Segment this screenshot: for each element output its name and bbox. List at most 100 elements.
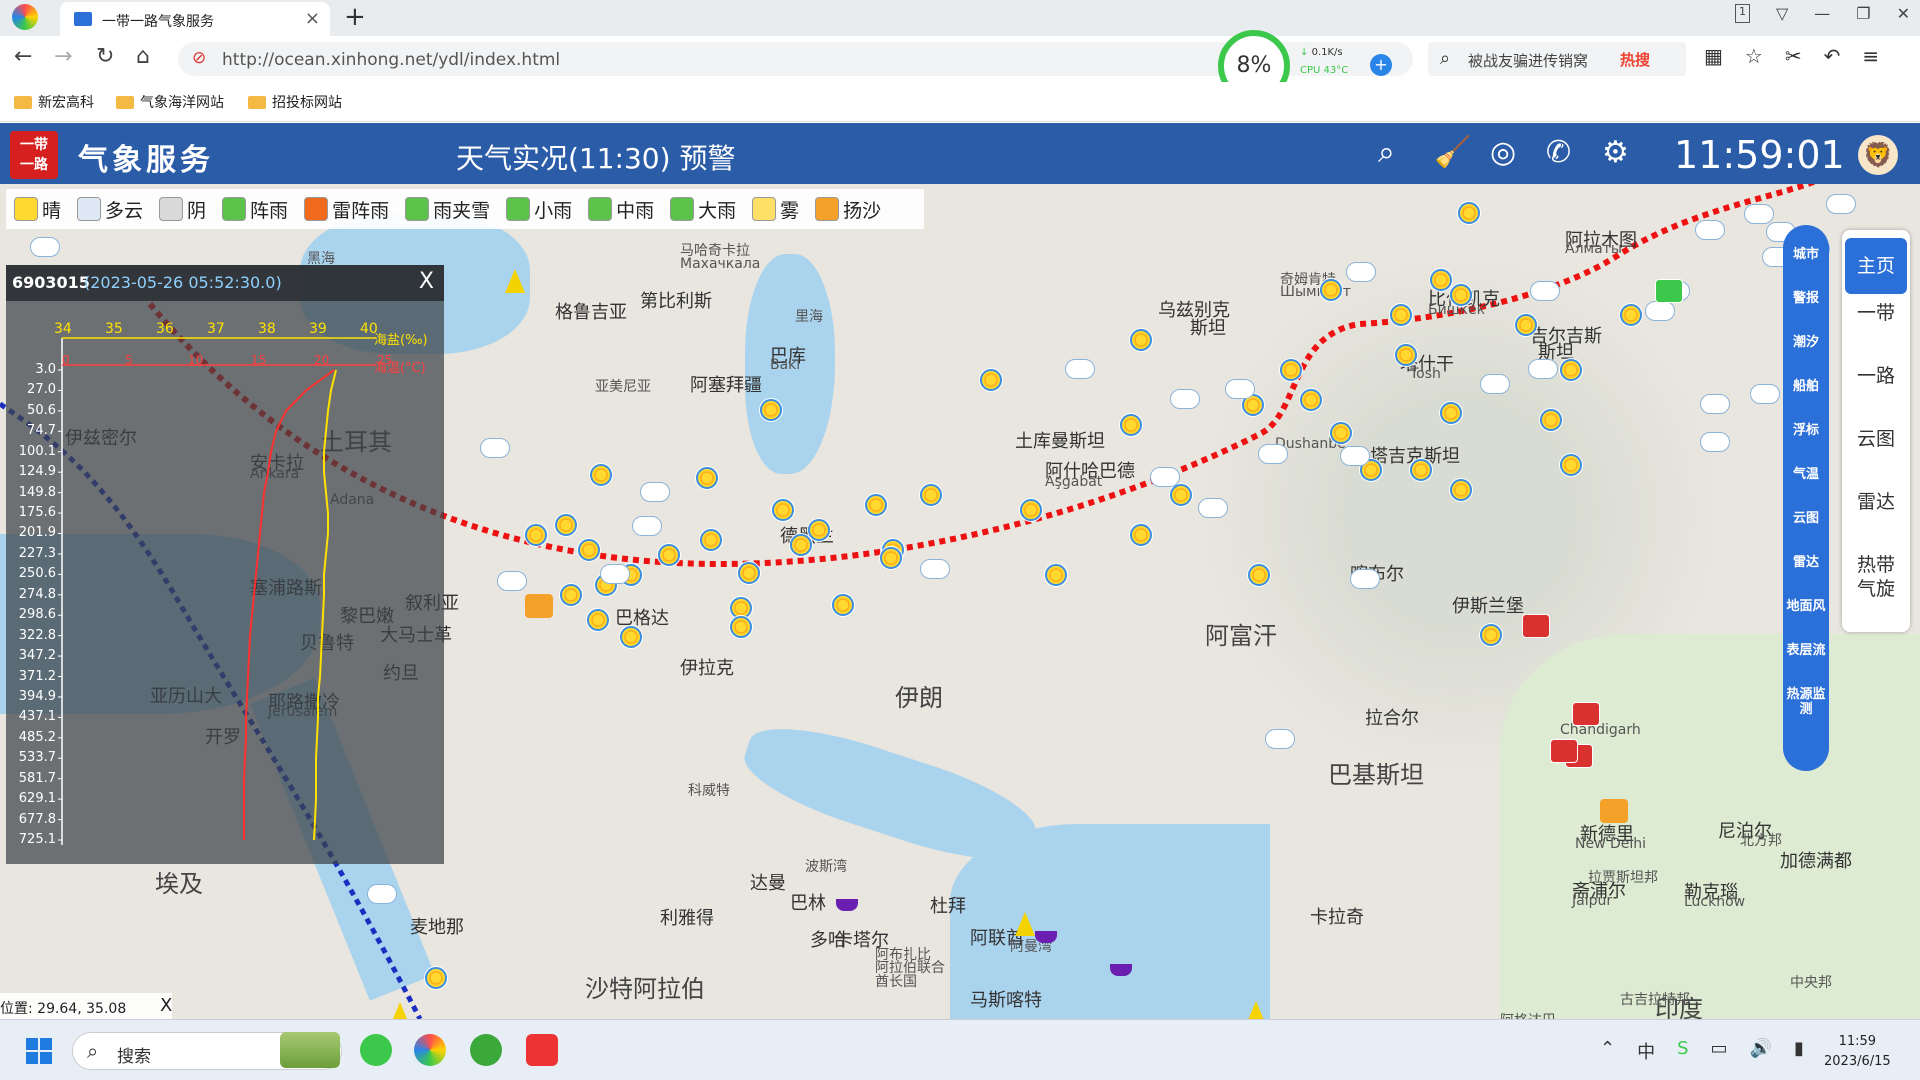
layer-tool-5[interactable]: 气温 <box>1783 467 1829 482</box>
search-suggestion[interactable]: 被战友骗进传销窝 <box>1468 50 1588 71</box>
legend-item[interactable]: 小雨 <box>506 196 572 223</box>
right-nav-item-3[interactable]: 云图 <box>1842 427 1910 451</box>
sunny-weather-icon[interactable] <box>1515 314 1537 336</box>
home-icon[interactable]: ⌂ <box>136 44 150 69</box>
buoy-marker-icon[interactable] <box>390 1002 410 1019</box>
sunny-weather-icon[interactable] <box>1620 304 1642 326</box>
sunny-weather-icon[interactable] <box>790 534 812 556</box>
legend-item[interactable]: 多云 <box>77 196 143 223</box>
sunny-weather-icon[interactable] <box>1540 409 1562 431</box>
back-icon[interactable]: ← <box>14 44 32 69</box>
sunny-weather-icon[interactable] <box>808 519 830 541</box>
cloudy-weather-icon[interactable] <box>1340 446 1370 466</box>
layer-tool-2[interactable]: 潮汐 <box>1783 335 1829 350</box>
legend-item[interactable]: 雾 <box>752 196 799 223</box>
sand-weather-icon[interactable] <box>525 594 553 618</box>
cloudy-weather-icon[interactable] <box>30 237 60 257</box>
sunny-weather-icon[interactable] <box>760 399 782 421</box>
url-text[interactable]: http://ocean.xinhong.net/ydl/index.html <box>222 50 560 70</box>
layer-tool-9[interactable]: 表层流 <box>1783 643 1829 658</box>
bookmark-weather-sites[interactable]: 气象海洋网站 <box>116 92 224 112</box>
sunny-weather-icon[interactable] <box>730 616 752 638</box>
search-highlight-image[interactable] <box>280 1032 340 1068</box>
undo-icon[interactable]: ↶ <box>1824 44 1841 68</box>
buoy-marker-icon[interactable] <box>1015 912 1035 936</box>
page-subtitle[interactable]: 天气实况(11:30) 预警 <box>456 137 735 177</box>
right-nav-item-5[interactable]: 热带 气旋 <box>1842 553 1910 601</box>
settings-gear-icon[interactable]: ⚙ <box>1602 135 1629 170</box>
cloudy-weather-icon[interactable] <box>1480 374 1510 394</box>
cloudy-weather-icon[interactable] <box>640 482 670 502</box>
cloudy-weather-icon[interactable] <box>1350 569 1380 589</box>
sunny-weather-icon[interactable] <box>865 494 887 516</box>
cloudy-weather-icon[interactable] <box>1170 389 1200 409</box>
sunny-weather-icon[interactable] <box>1300 389 1322 411</box>
sunny-weather-icon[interactable] <box>700 529 722 551</box>
sunny-weather-icon[interactable] <box>1320 279 1342 301</box>
forward-icon[interactable]: → <box>54 44 72 69</box>
right-nav-item-0[interactable]: 主页 <box>1845 238 1907 294</box>
ime-icon[interactable]: 中 <box>1637 1038 1655 1064</box>
phone-icon[interactable]: ✆ <box>1546 135 1571 170</box>
layer-tool-10[interactable]: 热源监测 <box>1783 687 1829 717</box>
sand-weather-icon[interactable] <box>1600 799 1628 823</box>
hot-search-label[interactable]: 热搜 <box>1620 49 1650 70</box>
user-avatar[interactable]: 🦁 <box>1858 135 1898 175</box>
position-close-button[interactable]: X <box>160 995 172 1016</box>
insecure-icon[interactable]: ⊘ <box>192 48 206 68</box>
cloudy-weather-icon[interactable] <box>1150 467 1180 487</box>
browser-search-box[interactable]: ⌕ 被战友骗进传销窝 热搜 <box>1428 42 1686 76</box>
cloudy-weather-icon[interactable] <box>920 559 950 579</box>
ship-icon[interactable] <box>836 899 858 911</box>
layer-tool-8[interactable]: 地面风 <box>1783 599 1829 614</box>
legend-item[interactable]: 扬沙 <box>815 196 881 223</box>
sunny-weather-icon[interactable] <box>1130 329 1152 351</box>
sunny-weather-icon[interactable] <box>772 499 794 521</box>
legend-item[interactable]: 晴 <box>14 196 61 223</box>
cloudy-weather-icon[interactable] <box>1695 220 1725 240</box>
warning-icon[interactable] <box>1522 614 1550 638</box>
browser-taskbar-icon[interactable] <box>414 1034 446 1066</box>
clear-broom-icon[interactable]: 🧹 <box>1434 135 1471 170</box>
cloudy-weather-icon[interactable] <box>1700 432 1730 452</box>
sunny-weather-icon[interactable] <box>590 464 612 486</box>
buoy-marker-icon[interactable] <box>505 269 525 293</box>
favorites-icon[interactable]: ☆ <box>1745 44 1763 68</box>
legend-item[interactable]: 阵雨 <box>222 196 288 223</box>
legend-item[interactable]: 中雨 <box>588 196 654 223</box>
layer-tool-1[interactable]: 警报 <box>1783 291 1829 306</box>
right-nav-item-1[interactable]: 一带 <box>1842 301 1910 325</box>
maximize-button[interactable]: ❐ <box>1856 4 1870 23</box>
cloudy-weather-icon[interactable] <box>1065 359 1095 379</box>
bookmark-bidding-sites[interactable]: 招投标网站 <box>248 92 342 112</box>
menu-icon[interactable]: ≡ <box>1862 44 1879 68</box>
sunny-weather-icon[interactable] <box>1280 359 1302 381</box>
cloudy-weather-icon[interactable] <box>1700 394 1730 414</box>
cloudy-weather-icon[interactable] <box>1826 194 1856 214</box>
sunny-weather-icon[interactable] <box>1560 359 1582 381</box>
warning-icon[interactable] <box>1550 739 1578 763</box>
tab-count-button[interactable]: 1 <box>1734 4 1750 23</box>
battery-icon[interactable]: ▮ <box>1794 1038 1804 1064</box>
wps-icon[interactable] <box>526 1034 558 1066</box>
sunny-weather-icon[interactable] <box>980 369 1002 391</box>
sunny-weather-icon[interactable] <box>578 539 600 561</box>
sunny-weather-icon[interactable] <box>620 626 642 648</box>
layer-tool-4[interactable]: 浮标 <box>1783 423 1829 438</box>
tray-expand-icon[interactable]: ⌃ <box>1600 1038 1615 1064</box>
locate-icon[interactable]: ◎ <box>1490 135 1516 170</box>
sunny-weather-icon[interactable] <box>1430 269 1452 291</box>
cpu-boost-button[interactable]: + <box>1370 54 1392 76</box>
reload-icon[interactable]: ↻ <box>96 44 114 69</box>
legend-item[interactable]: 雷阵雨 <box>304 196 389 223</box>
cloudy-weather-icon[interactable] <box>600 564 630 584</box>
legend-item[interactable]: 大雨 <box>670 196 736 223</box>
sunny-weather-icon[interactable] <box>880 547 902 569</box>
sunny-weather-icon[interactable] <box>587 609 609 631</box>
buoy-marker-icon[interactable] <box>1246 1001 1266 1019</box>
sunny-weather-icon[interactable] <box>1248 564 1270 586</box>
shower-weather-icon[interactable] <box>1655 279 1683 303</box>
wechat-icon[interactable] <box>360 1034 392 1066</box>
sunny-weather-icon[interactable] <box>1130 524 1152 546</box>
ship-icon[interactable] <box>1110 964 1132 976</box>
